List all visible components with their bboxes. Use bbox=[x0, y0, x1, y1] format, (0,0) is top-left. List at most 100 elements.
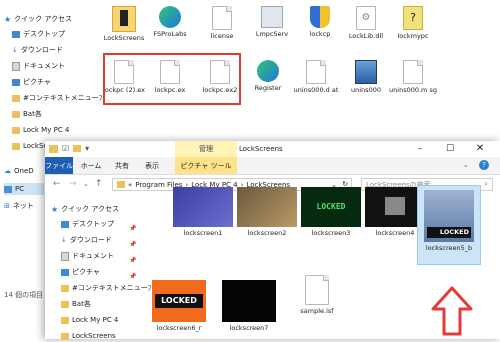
ribbon: ファイル ホーム 共有 表示 ピクチャ ツール ⌄ ? bbox=[45, 157, 500, 175]
lockscreen-thumbnail bbox=[173, 187, 233, 227]
pin-icons: 📌 📌 📌 📌 bbox=[129, 225, 137, 280]
lockscreen-thumbnail: LOCKED bbox=[301, 187, 361, 227]
folder-icon bbox=[12, 94, 20, 102]
tab-file[interactable]: ファイル bbox=[45, 157, 73, 174]
document-icon bbox=[212, 6, 232, 30]
file-item[interactable]: LOCKED lockscreen6_r bbox=[147, 280, 211, 332]
back-icon[interactable]: ← bbox=[53, 179, 61, 189]
breadcrumb-separator: « bbox=[128, 180, 133, 189]
chevron-down-icon[interactable]: ⌄ bbox=[463, 161, 469, 169]
tab-share[interactable]: 共有 bbox=[111, 157, 133, 174]
window-title: LockScreens bbox=[239, 145, 283, 153]
document-icon bbox=[306, 60, 326, 84]
tab-picture-tools[interactable]: ピクチャ ツール bbox=[175, 157, 237, 174]
pictures-icon bbox=[61, 268, 69, 276]
file-item[interactable]: license bbox=[196, 6, 248, 40]
file-item[interactable]: unins000.d at bbox=[290, 60, 342, 94]
file-item[interactable]: unins000.m sg bbox=[387, 60, 439, 94]
sidebar-item-downloads[interactable]: ↓ ダウンロード bbox=[61, 234, 112, 246]
sidebar-item-lockmypc[interactable]: Lock My PC 4 bbox=[61, 314, 118, 326]
edge-icon bbox=[159, 6, 181, 28]
title-bar: ☑ ▾ 管理 LockScreens – ☐ ✕ bbox=[45, 141, 500, 157]
lockscreen-thumbnail bbox=[237, 187, 297, 227]
chevron-down-icon[interactable]: ▾ bbox=[85, 144, 89, 153]
close-icon[interactable]: ✕ bbox=[469, 142, 491, 156]
highlight-box bbox=[103, 53, 241, 105]
sidebar-item-downloads[interactable]: ↓ ダウンロード bbox=[12, 44, 63, 56]
folder-icon[interactable] bbox=[49, 144, 58, 153]
file-item[interactable]: Register bbox=[242, 60, 294, 92]
file-item[interactable]: LmpcServ bbox=[246, 6, 298, 38]
sidebar-item-quick-access[interactable]: ★ クイック アクセス bbox=[51, 203, 119, 215]
sidebar-item-onedrive[interactable]: ☁ OneD bbox=[4, 165, 34, 177]
locked-label: LOCKED bbox=[155, 294, 203, 308]
sidebar-item-context-menu[interactable]: #コンテキストメニューﾌ bbox=[61, 282, 151, 294]
up-arrow-annotation bbox=[431, 286, 473, 336]
item-count: 14 個の項目 bbox=[4, 291, 44, 299]
chevron-down-icon[interactable]: ⌄ bbox=[83, 180, 89, 188]
help-icon[interactable]: ? bbox=[479, 160, 489, 170]
folder-icon bbox=[12, 142, 20, 150]
file-item[interactable]: sample.isf bbox=[285, 275, 349, 315]
sidebar-item-pc[interactable]: PC bbox=[4, 183, 44, 195]
file-item[interactable]: FSProLabs bbox=[144, 6, 196, 38]
pictures-icon bbox=[12, 78, 20, 86]
download-icon: ↓ bbox=[12, 46, 18, 54]
tab-home[interactable]: ホーム bbox=[79, 157, 103, 174]
file-item[interactable]: lockscreen1 bbox=[171, 187, 235, 237]
new-folder-icon[interactable] bbox=[73, 145, 82, 152]
sidebar-item-documents[interactable]: ドキュメント bbox=[61, 250, 114, 262]
up-icon[interactable]: ↑ bbox=[95, 179, 103, 189]
lockscreen-thumbnail bbox=[365, 187, 425, 227]
service-app-icon bbox=[261, 6, 283, 28]
edge-icon bbox=[257, 60, 279, 82]
sidebar-item-bat[interactable]: Bat各 bbox=[61, 298, 91, 310]
file-item[interactable]: lockscreen2 bbox=[235, 187, 299, 237]
folder-icon bbox=[12, 110, 20, 118]
file-item[interactable]: lockscreen7 bbox=[217, 280, 281, 332]
context-tab-group: 管理 bbox=[175, 141, 237, 157]
tab-view[interactable]: 表示 bbox=[141, 157, 163, 174]
desktop-icon bbox=[61, 220, 69, 228]
dll-gear-icon: ⚙ bbox=[356, 6, 376, 30]
sidebar-item-bat[interactable]: Bat各 bbox=[12, 108, 42, 120]
file-item[interactable]: lockcp bbox=[294, 6, 346, 38]
check-icon[interactable]: ☑ bbox=[62, 144, 69, 153]
sidebar: ★ クイック アクセス デスクトップ ↓ ダウンロード ドキュメント ピクチャ #コ… bbox=[45, 197, 151, 342]
folder-icon bbox=[12, 126, 20, 134]
file-item[interactable]: unins000 bbox=[340, 60, 392, 94]
quick-access-toolbar: ☑ ▾ bbox=[49, 144, 89, 153]
pc-icon bbox=[4, 185, 12, 193]
shield-icon bbox=[310, 6, 330, 28]
sidebar-item-desktop[interactable]: デスクトップ bbox=[61, 218, 114, 230]
file-item[interactable]: LOCKED lockscreen3 bbox=[299, 187, 363, 237]
lockscreen-thumbnail bbox=[222, 280, 276, 322]
download-icon: ↓ bbox=[61, 236, 67, 244]
maximize-icon[interactable]: ☐ bbox=[439, 142, 461, 156]
sidebar-item-network[interactable]: ⊞ ネット bbox=[4, 200, 34, 212]
sidebar-item-lockscreens[interactable]: LockScreens bbox=[61, 330, 116, 342]
folder-icon bbox=[61, 284, 69, 292]
sidebar-item-lockmypc[interactable]: Lock My PC 4 bbox=[12, 124, 69, 136]
file-item-selected[interactable]: LOCKED lockscreen5_b bbox=[417, 185, 481, 265]
file-item[interactable]: ⚙ LockLib.dll bbox=[340, 6, 392, 40]
sidebar-item-quick-access[interactable]: ★ クイック アクセス bbox=[4, 13, 72, 25]
document-icon bbox=[12, 61, 20, 71]
sidebar-item-pictures[interactable]: ピクチャ bbox=[61, 266, 100, 278]
file-item[interactable]: ? lockmypc bbox=[387, 6, 439, 40]
file-item[interactable]: LockScreens bbox=[98, 6, 150, 42]
network-icon: ⊞ bbox=[4, 202, 10, 210]
document-icon bbox=[61, 251, 69, 261]
help-file-icon: ? bbox=[403, 6, 423, 30]
folder-icon bbox=[61, 332, 69, 340]
sidebar-item-context-menu[interactable]: #コンテキストメニューﾌ bbox=[12, 92, 102, 104]
sidebar-item-documents[interactable]: ドキュメント bbox=[12, 60, 65, 72]
forward-icon[interactable]: → bbox=[69, 179, 77, 189]
locked-label: LOCKED bbox=[427, 227, 471, 238]
search-icon: ⌕ bbox=[484, 180, 488, 188]
document-icon bbox=[305, 275, 329, 305]
sidebar-item-pictures[interactable]: ピクチャ bbox=[12, 76, 51, 88]
minimize-icon[interactable]: – bbox=[409, 142, 431, 156]
sidebar-item-desktop[interactable]: デスクトップ bbox=[12, 28, 65, 40]
folder-icon bbox=[61, 316, 69, 324]
